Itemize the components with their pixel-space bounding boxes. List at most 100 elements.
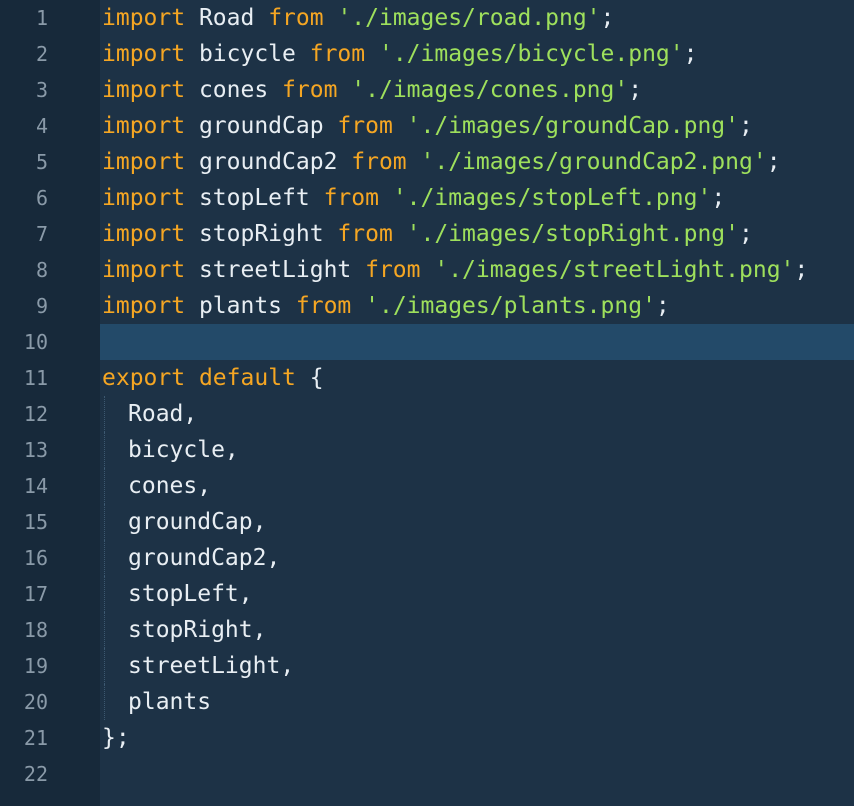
text-token: ; [739, 221, 753, 247]
line-content[interactable]: streetLight, [100, 648, 854, 684]
line-number: 4 [35, 114, 48, 138]
code-line[interactable]: 17 stopLeft, [0, 576, 854, 612]
keyword-token: from [295, 293, 352, 319]
line-number: 17 [23, 582, 48, 606]
keyword-token: from [309, 41, 366, 67]
code-line[interactable]: 10 [0, 324, 854, 360]
keyword-token: from [323, 185, 379, 211]
code-line[interactable]: 1 import Road from './images/road.png'; [0, 0, 854, 36]
text-token: stopLeft, [128, 581, 253, 607]
keyword-token: import [102, 149, 186, 175]
code-line[interactable]: 18 stopRight, [0, 612, 854, 648]
code-line[interactable]: 20 plants [0, 684, 854, 720]
code-editor[interactable]: 1 import Road from './images/road.png'; 2 i… [0, 0, 854, 806]
text-token: cones, [128, 473, 212, 499]
line-number: 20 [23, 690, 48, 714]
line-number: 19 [23, 654, 48, 678]
string-token: './images/groundCap.png' [406, 113, 740, 139]
code-line[interactable]: 7 import stopRight from './images/stopRig… [0, 216, 854, 252]
code-line[interactable]: 6 import stopLeft from './images/stopLeft… [0, 180, 854, 216]
line-content[interactable]: import cones from './images/cones.png'; [100, 72, 854, 108]
line-number: 16 [23, 546, 48, 570]
line-content[interactable] [100, 756, 854, 792]
code-line[interactable]: 5 import groundCap2 from './images/ground… [0, 144, 854, 180]
text-token: groundCap2 [185, 149, 352, 175]
code-line[interactable]: 8 import streetLight from './images/stree… [0, 252, 854, 288]
code-line[interactable]: 22 [0, 756, 854, 792]
keyword-token: from [337, 113, 393, 139]
code-line[interactable]: 16 groundCap2, [0, 540, 854, 576]
line-content[interactable]: import streetLight from './images/street… [100, 252, 854, 288]
code-line[interactable]: 21}; [0, 720, 854, 756]
line-content[interactable]: import bicycle from './images/bicycle.pn… [100, 36, 854, 72]
string-token: './images/stopRight.png' [406, 221, 740, 247]
keyword-token: import [102, 113, 186, 139]
text-token: ; [739, 113, 753, 139]
line-content[interactable]: bicycle, [100, 432, 854, 468]
string-token: './images/stopLeft.png' [392, 185, 712, 211]
line-content[interactable]: import groundCap from './images/groundCa… [100, 108, 854, 144]
line-number: 12 [23, 402, 48, 426]
string-token: './images/road.png' [337, 5, 601, 31]
text-token: bicycle, [128, 437, 239, 463]
keyword-token: import [102, 257, 186, 283]
text-token: stopRight, [128, 617, 267, 643]
indent-guide [102, 432, 128, 468]
text-token: ; [655, 293, 670, 319]
line-number: 11 [23, 366, 48, 390]
line-content[interactable]: Road, [100, 396, 854, 432]
line-content[interactable]: stopLeft, [100, 576, 854, 612]
text-token: cones [185, 77, 283, 103]
indent-guide [102, 576, 128, 612]
indent-guide [102, 684, 128, 720]
code-line[interactable]: 14 cones, [0, 468, 854, 504]
code-line[interactable]: 15 groundCap, [0, 504, 854, 540]
line-content[interactable]: cones, [100, 468, 854, 504]
code-line[interactable]: 9 import plants from './images/plants.png… [0, 288, 854, 324]
line-content[interactable]: import plants from './images/plants.png'… [100, 288, 854, 324]
line-content[interactable]: groundCap2, [100, 540, 854, 576]
code-line[interactable]: 13 bicycle, [0, 432, 854, 468]
line-content[interactable]: groundCap, [100, 504, 854, 540]
string-token: './images/bicycle.png' [378, 41, 684, 67]
keyword-token: import [102, 41, 186, 67]
string-token: './images/groundCap2.png' [420, 149, 767, 175]
string-token: './images/cones.png' [351, 77, 629, 103]
line-content[interactable]: stopRight, [100, 612, 854, 648]
code-line[interactable]: 4 import groundCap from './images/groundC… [0, 108, 854, 144]
keyword-token: import [102, 293, 186, 319]
line-content[interactable]: import stopRight from './images/stopRigh… [100, 216, 854, 252]
line-number: 3 [35, 78, 48, 102]
line-content[interactable]: import groundCap2 from './images/groundC… [100, 144, 854, 180]
code-line[interactable]: 12 Road, [0, 396, 854, 432]
line-number: 5 [35, 150, 48, 174]
line-content[interactable]: export default { [100, 360, 854, 396]
line-number: 8 [35, 258, 48, 282]
line-content[interactable]: plants [100, 684, 854, 720]
text-token: ; [766, 149, 781, 175]
code-line[interactable]: 2 import bicycle from './images/bicycle.p… [0, 36, 854, 72]
code-line[interactable]: 3 import cones from './images/cones.png'; [0, 72, 854, 108]
line-content[interactable] [100, 324, 854, 360]
line-content[interactable]: }; [100, 720, 854, 756]
text-token: ; [600, 5, 615, 31]
text-token: stopRight [185, 221, 338, 247]
line-content[interactable]: import Road from './images/road.png'; [100, 0, 854, 36]
line-content[interactable]: import stopLeft from './images/stopLeft.… [100, 180, 854, 216]
text-token: streetLight, [128, 653, 295, 679]
line-number: 22 [23, 762, 48, 786]
code-line[interactable]: 19 streetLight, [0, 648, 854, 684]
line-number: 6 [35, 186, 48, 210]
string-token: './images/streetLight.png' [434, 257, 795, 283]
text-token: ; [628, 77, 643, 103]
code-line[interactable]: 11 export default { [0, 360, 854, 396]
line-number: 7 [35, 222, 48, 246]
